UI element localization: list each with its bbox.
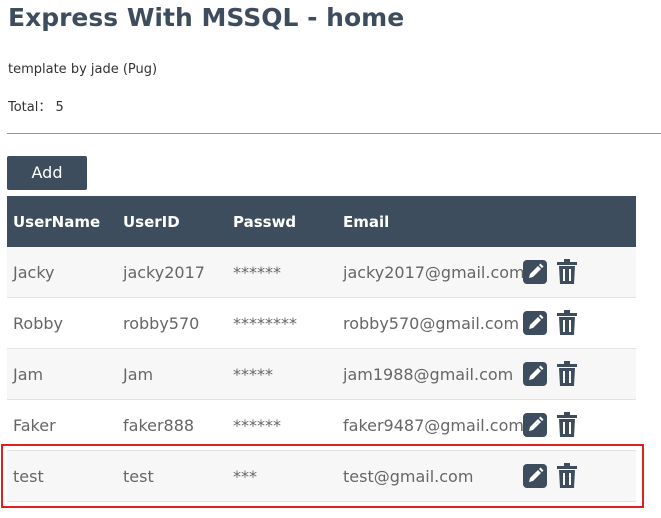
total-label: Total： <box>8 100 52 115</box>
cell-email: faker9487@gmail.com <box>337 399 524 451</box>
table-row: Jacky jacky2017 ****** jacky2017@gmail.c… <box>7 247 636 298</box>
add-button[interactable]: Add <box>7 156 87 190</box>
cell-passwd: ***** <box>227 348 337 400</box>
cell-userid: faker888 <box>117 399 227 451</box>
table-header-row: UserName UserID Passwd Email <box>7 196 636 247</box>
pencil-edit-icon[interactable] <box>523 362 547 386</box>
table-row: Faker faker888 ****** faker9487@gmail.co… <box>7 399 636 451</box>
cell-email: jacky2017@gmail.com <box>337 247 525 298</box>
trash-icon[interactable] <box>556 361 578 387</box>
cell-passwd: ****** <box>227 399 337 451</box>
row-actions <box>519 399 636 451</box>
pencil-edit-icon[interactable] <box>523 260 547 284</box>
divider <box>7 133 661 134</box>
header-passwd: Passwd <box>227 196 337 247</box>
table-row: Robby robby570 ******** robby570@gmail.c… <box>7 297 636 349</box>
pencil-edit-icon[interactable] <box>523 311 547 335</box>
cell-username: Faker <box>7 399 117 451</box>
trash-icon[interactable] <box>556 310 578 336</box>
template-note: template by jade (Pug) <box>8 62 158 77</box>
header-email: Email <box>337 196 519 247</box>
trash-icon[interactable] <box>556 259 578 285</box>
cell-email: jam1988@gmail.com <box>337 348 519 400</box>
cell-userid: Jam <box>117 348 227 400</box>
cell-passwd: ****** <box>227 247 337 298</box>
header-userid: UserID <box>117 196 227 247</box>
row-actions <box>519 297 636 349</box>
header-actions <box>519 196 636 247</box>
row-actions <box>519 348 636 400</box>
cell-email: robby570@gmail.com <box>337 297 519 349</box>
table-row: Jam Jam ***** jam1988@gmail.com <box>7 348 636 400</box>
cell-userid: robby570 <box>117 297 227 349</box>
cell-username: Jacky <box>7 247 117 298</box>
page-title: Express With MSSQL - home <box>8 3 405 32</box>
total-value: 5 <box>55 100 64 115</box>
cell-username: Robby <box>7 297 117 349</box>
row-actions <box>519 247 636 298</box>
pencil-edit-icon[interactable] <box>523 413 547 437</box>
trash-icon[interactable] <box>556 412 578 438</box>
cell-userid: jacky2017 <box>117 247 227 298</box>
header-username: UserName <box>7 196 117 247</box>
highlight-box <box>1 444 644 508</box>
cell-passwd: ******** <box>227 297 337 349</box>
total-count: Total： 5 <box>8 96 64 115</box>
cell-username: Jam <box>7 348 117 400</box>
